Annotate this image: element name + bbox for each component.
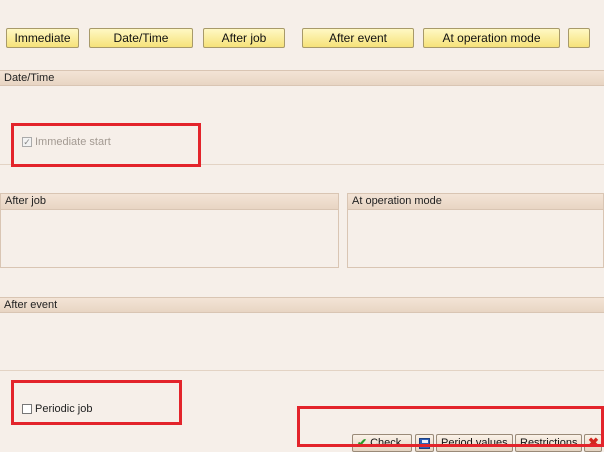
immediate-start-checkbox[interactable]: ✓ — [22, 137, 32, 147]
at-operation-mode-button[interactable]: At operation mode — [423, 28, 560, 48]
start-condition-toolbar: Immediate Date/Time After job After even… — [0, 0, 604, 64]
immediate-button[interactable]: Immediate — [6, 28, 79, 48]
save-button[interactable] — [415, 434, 434, 452]
periodic-job-label: Periodic job — [35, 403, 93, 415]
cancel-icon: ✖ — [588, 435, 599, 450]
at-operation-mode-section: At operation mode — [347, 193, 604, 268]
immediate-start-label: Immediate start — [35, 136, 111, 148]
period-values-label: Period values — [441, 437, 508, 449]
restrictions-button[interactable]: Restrictions — [515, 434, 582, 452]
periodic-job-row: Periodic job — [22, 403, 92, 415]
after-job-section: After job — [0, 193, 339, 268]
datetime-button[interactable]: Date/Time — [89, 28, 193, 48]
restrictions-label: Restrictions — [520, 437, 578, 449]
section-divider — [0, 164, 604, 165]
after-job-button[interactable]: After job — [203, 28, 285, 48]
after-event-button[interactable]: After event — [302, 28, 414, 48]
after-job-section-title: After job — [1, 194, 338, 210]
datetime-section-title: Date/Time — [0, 70, 604, 86]
period-values-button[interactable]: Period values — [436, 434, 513, 452]
check-button[interactable]: ✔ Check — [352, 434, 412, 452]
immediate-start-row: ✓ Immediate start — [22, 136, 111, 148]
check-button-label: Check — [370, 437, 402, 449]
section-divider — [0, 370, 604, 371]
cancel-button[interactable]: ✖ — [584, 434, 602, 452]
more-button[interactable] — [568, 28, 590, 48]
at-operation-mode-section-title: At operation mode — [348, 194, 603, 210]
after-event-section-title: After event — [0, 297, 604, 313]
check-icon: ✔ — [357, 436, 368, 450]
periodic-job-checkbox[interactable] — [22, 404, 32, 414]
